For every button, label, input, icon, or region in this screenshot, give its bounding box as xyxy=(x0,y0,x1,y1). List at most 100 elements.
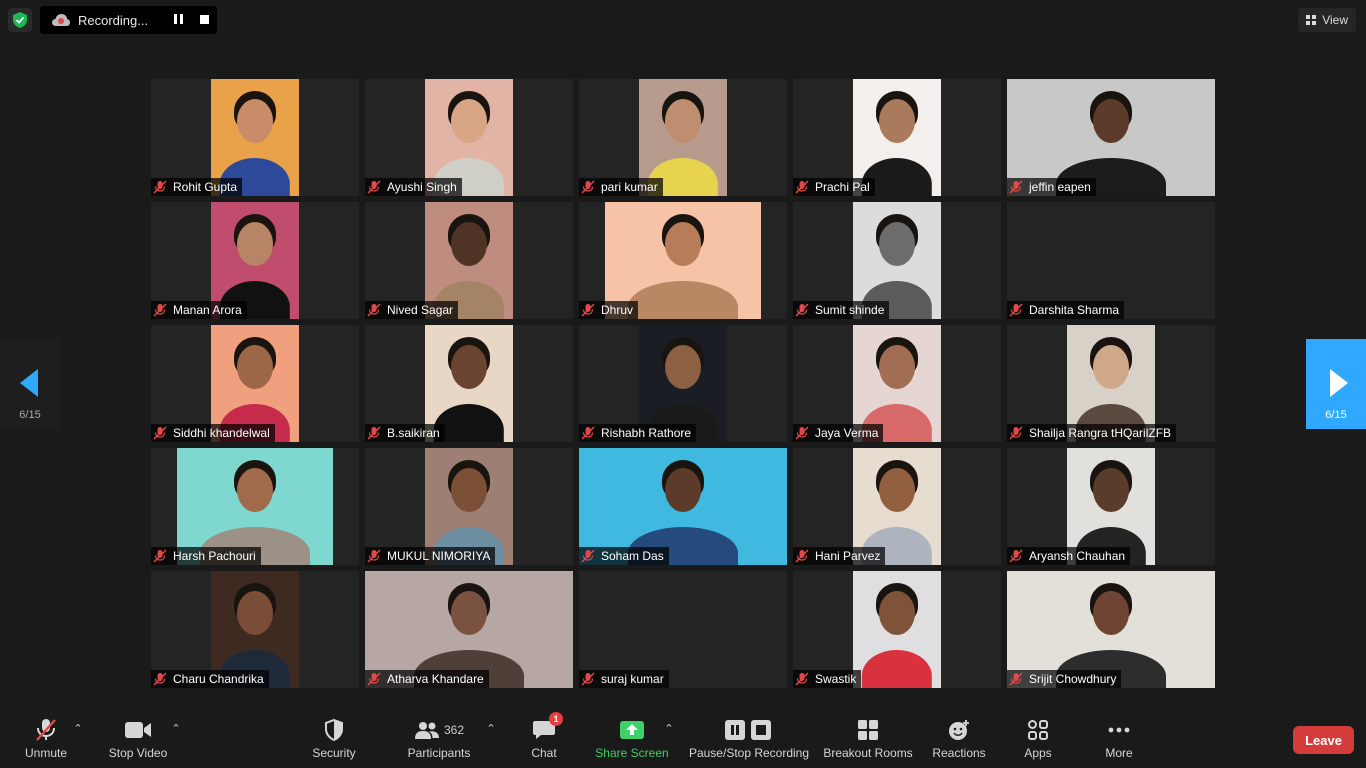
leave-button[interactable]: Leave xyxy=(1293,726,1354,754)
participant-name-tag: suraj kumar xyxy=(579,670,669,688)
pause-stop-recording-label: Pause/Stop Recording xyxy=(688,746,810,760)
participant-tile[interactable]: Aryansh Chauhan xyxy=(1007,448,1215,565)
audio-options-caret-icon[interactable]: ⌃ xyxy=(73,722,83,735)
mic-muted-icon xyxy=(153,180,167,194)
previous-page-button[interactable]: 6/15 xyxy=(0,339,60,429)
stop-video-label: Stop Video xyxy=(108,746,168,760)
arrow-right-icon xyxy=(1330,369,1348,397)
zoom-meeting-window: Recording... View 6/15 6/15 Rohit Gupta A… xyxy=(0,0,1366,768)
participant-name-tag: Hani Parvez xyxy=(793,547,886,565)
participant-name: Dhruv xyxy=(601,303,634,317)
participant-name: Srijit Chowdhury xyxy=(1029,672,1117,686)
participant-tile[interactable]: Rishabh Rathore xyxy=(579,325,787,442)
share-screen-button[interactable]: Share Screen xyxy=(594,716,670,766)
mic-muted-icon xyxy=(367,549,381,563)
chat-bubble-icon: 1 xyxy=(529,712,563,742)
participants-options-caret-icon[interactable]: ⌃ xyxy=(486,722,496,735)
participant-tile[interactable]: Sumit shinde xyxy=(793,202,1001,319)
participant-tile[interactable]: Srijit Chowdhury xyxy=(1007,571,1215,688)
participant-tile[interactable]: jeffin eapen xyxy=(1007,79,1215,196)
participant-tile[interactable]: Soham Das xyxy=(579,448,787,565)
breakout-rooms-icon xyxy=(853,718,883,742)
participant-name-tag: Jaya Verma xyxy=(793,424,884,442)
participant-name: Shailja Rangra tHQarilZFB xyxy=(1029,426,1172,440)
participant-tile[interactable]: Harsh Pachouri xyxy=(151,448,359,565)
participant-tile[interactable]: Swastik xyxy=(793,571,1001,688)
participant-name: Manan Arora xyxy=(173,303,242,317)
participant-tile[interactable]: Prachi Pal xyxy=(793,79,1001,196)
mic-muted-icon xyxy=(795,180,809,194)
participant-name-tag: B.saikiran xyxy=(365,424,445,442)
participant-name: Jaya Verma xyxy=(815,426,879,440)
security-button[interactable]: Security xyxy=(306,716,362,766)
participant-tile[interactable]: suraj kumar xyxy=(579,571,787,688)
participant-video xyxy=(853,571,941,688)
mic-muted-icon xyxy=(581,549,595,563)
mic-muted-icon xyxy=(367,672,381,686)
participant-tile[interactable]: Manan Arora xyxy=(151,202,359,319)
mic-muted-icon xyxy=(795,303,809,317)
chat-button[interactable]: 1 Chat xyxy=(524,712,564,766)
more-button[interactable]: More xyxy=(1098,716,1140,766)
pause-stop-recording-button[interactable]: Pause/Stop Recording xyxy=(688,716,810,766)
apps-icon xyxy=(1023,718,1053,742)
participant-name: Rohit Gupta xyxy=(173,180,238,194)
participant-name-tag: Rohit Gupta xyxy=(151,178,243,196)
participant-name-tag: Darshita Sharma xyxy=(1007,301,1125,319)
participant-name: jeffin eapen xyxy=(1029,180,1091,194)
participant-tile[interactable]: pari kumar xyxy=(579,79,787,196)
mic-muted-icon xyxy=(581,426,595,440)
reactions-button[interactable]: Reactions xyxy=(930,716,988,766)
mic-muted-icon xyxy=(367,180,381,194)
participant-name: Sumit shinde xyxy=(815,303,885,317)
participant-tile[interactable]: Charu Chandrika xyxy=(151,571,359,688)
breakout-rooms-button[interactable]: Breakout Rooms xyxy=(822,716,914,766)
participant-tile[interactable]: B.saikiran xyxy=(365,325,573,442)
participant-tile[interactable]: Rohit Gupta xyxy=(151,79,359,196)
mic-muted-icon xyxy=(581,303,595,317)
participant-name: Swastik xyxy=(815,672,857,686)
participant-name-tag: Nived Sagar xyxy=(365,301,459,319)
mic-muted-icon xyxy=(795,426,809,440)
next-page-button[interactable]: 6/15 xyxy=(1306,339,1366,429)
participant-tile[interactable]: Nived Sagar xyxy=(365,202,573,319)
participant-name: Charu Chandrika xyxy=(173,672,264,686)
participants-button[interactable]: 362 Participants xyxy=(404,716,474,766)
participant-name-tag: Siddhi khandelwal xyxy=(151,424,275,442)
participant-tile[interactable]: Shailja Rangra tHQarilZFB xyxy=(1007,325,1215,442)
unmute-button[interactable]: Unmute xyxy=(18,716,74,766)
recording-label: Recording... xyxy=(78,12,149,28)
participant-tile[interactable]: Jaya Verma xyxy=(793,325,1001,442)
mic-muted-icon xyxy=(1009,180,1023,194)
page-indicator-right: 6/15 xyxy=(1325,409,1347,421)
reactions-label: Reactions xyxy=(932,746,986,760)
participant-name: Siddhi khandelwal xyxy=(173,426,270,440)
participant-tile[interactable]: MUKUL NIMORIYA xyxy=(365,448,573,565)
stop-recording-button[interactable] xyxy=(200,15,209,24)
mic-muted-icon xyxy=(1009,549,1023,563)
participant-tile[interactable]: Siddhi khandelwal xyxy=(151,325,359,442)
pause-recording-button[interactable] xyxy=(172,14,184,26)
video-options-caret-icon[interactable]: ⌃ xyxy=(171,722,181,735)
chat-label: Chat xyxy=(531,746,557,760)
mic-muted-icon xyxy=(153,672,167,686)
participant-tile[interactable]: Darshita Sharma xyxy=(1007,202,1215,319)
participant-name-tag: Manan Arora xyxy=(151,301,247,319)
view-button[interactable]: View xyxy=(1298,8,1356,32)
mic-muted-icon xyxy=(1009,303,1023,317)
participant-tile[interactable]: Atharva Khandare xyxy=(365,571,573,688)
apps-button[interactable]: Apps xyxy=(1018,716,1058,766)
share-options-caret-icon[interactable]: ⌃ xyxy=(664,722,674,735)
mic-muted-icon xyxy=(795,549,809,563)
participant-name: Nived Sagar xyxy=(387,303,454,317)
microphone-muted-icon xyxy=(31,718,61,742)
participant-tile[interactable]: Ayushi Singh xyxy=(365,79,573,196)
view-grid-icon xyxy=(1306,15,1317,25)
chat-unread-badge: 1 xyxy=(549,712,563,726)
participant-tile[interactable]: Hani Parvez xyxy=(793,448,1001,565)
participant-tile[interactable]: Dhruv xyxy=(579,202,787,319)
security-shield-icon[interactable] xyxy=(8,8,32,32)
participant-name: Rishabh Rathore xyxy=(601,426,692,440)
mic-muted-icon xyxy=(581,672,595,686)
stop-video-button[interactable]: Stop Video xyxy=(104,716,172,766)
